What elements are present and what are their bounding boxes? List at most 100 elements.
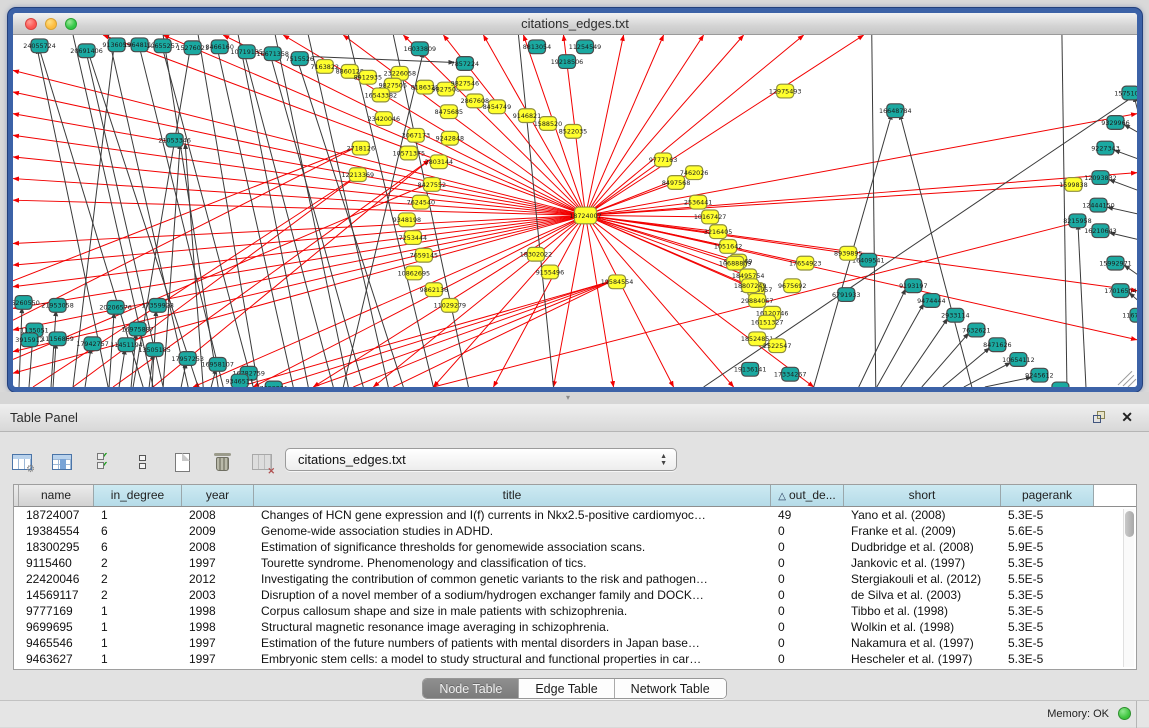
- column-header-name[interactable]: name: [19, 485, 94, 506]
- graph-node[interactable]: 19584554: [601, 275, 634, 289]
- graph-node[interactable]: 23420046: [368, 112, 401, 126]
- table-cell: Nakamura et al. (1997): [844, 635, 1001, 651]
- table-cell: 0: [771, 555, 844, 571]
- graph-node[interactable]: 21953058: [41, 299, 74, 313]
- graph-node[interactable]: 8813054: [523, 40, 551, 54]
- graph-node[interactable]: 9245612: [1025, 368, 1053, 382]
- graph-node[interactable]: 11254549: [569, 40, 602, 54]
- graph-node[interactable]: 8427552: [418, 178, 446, 192]
- graph-node[interactable]: 7253444: [399, 231, 427, 245]
- table-row[interactable]: 969969511998Structural magnetic resonanc…: [14, 619, 1136, 635]
- column-header-short[interactable]: short: [844, 485, 1001, 506]
- table-row[interactable]: 1872400712008Changes of HCN gene express…: [14, 507, 1136, 523]
- graph-node[interactable]: 8215958: [1063, 214, 1091, 228]
- column-header-title[interactable]: title: [254, 485, 771, 506]
- table-row[interactable]: 946554611997Estimation of the future num…: [14, 635, 1136, 651]
- graph-node[interactable]: 18724007: [569, 207, 602, 224]
- svg-text:23226058: 23226058: [384, 71, 417, 78]
- graph-node[interactable]: 3067173: [402, 128, 430, 142]
- table-row[interactable]: 977716911998Corpus callosum shape and si…: [14, 603, 1136, 619]
- delete-column-button[interactable]: [208, 448, 236, 476]
- table-row[interactable]: 946362711997Embryonic stem cells: a mode…: [14, 651, 1136, 667]
- graph-node[interactable]: 6791933: [832, 288, 860, 302]
- table-select-dropdown[interactable]: citations_edges.txt ▲▼: [285, 448, 677, 471]
- tab-node-table[interactable]: Node Table: [423, 679, 519, 698]
- graph-node[interactable]: 10167427: [694, 210, 727, 224]
- network-graph[interactable]: 2405572420691406913605919648113106552571…: [13, 35, 1137, 387]
- graph-node[interactable]: 16958107: [201, 358, 234, 372]
- graph-node[interactable]: 11675334: [1122, 308, 1137, 322]
- column-header-out_de[interactable]: △out_de...: [771, 485, 844, 506]
- table-row[interactable]: 911546021997Tourette syndrome. Phenomeno…: [14, 555, 1136, 571]
- graph-node[interactable]: 19218506: [551, 55, 584, 69]
- graph-node[interactable]: 16210643: [1084, 224, 1117, 238]
- canvas-resize-grip[interactable]: [1118, 371, 1136, 387]
- column-header-in_degree[interactable]: in_degree: [94, 485, 182, 506]
- table-row[interactable]: 1456911722003Disruption of a novel membe…: [14, 587, 1136, 603]
- graph-node[interactable]: 9777163: [649, 153, 677, 167]
- graph-node[interactable]: 12444150: [1082, 198, 1115, 212]
- graph-node[interactable]: 7659145: [410, 248, 438, 262]
- network-graph-canvas[interactable]: 2405572420691406913605919648113106552571…: [13, 35, 1137, 387]
- select-all-columns-button[interactable]: [88, 448, 116, 476]
- graph-node[interactable]: 10862695: [398, 266, 431, 280]
- graph-node[interactable]: 9193197: [899, 279, 927, 293]
- table-row[interactable]: 1938455462009Genome-wide association stu…: [14, 523, 1136, 539]
- graph-node[interactable]: 16033809: [404, 42, 437, 56]
- horizontal-splitter[interactable]: ▾: [0, 392, 1149, 404]
- tab-edge-table[interactable]: Edge Table: [519, 679, 614, 698]
- graph-node[interactable]: 10655257: [146, 39, 179, 53]
- graph-node[interactable]: 29884067: [741, 294, 774, 308]
- scrollbar-thumb[interactable]: [1125, 511, 1134, 537]
- table-cell: 0: [771, 651, 844, 667]
- graph-node[interactable]: 1051642: [714, 240, 742, 254]
- zoom-window-button[interactable]: [65, 18, 77, 30]
- graph-node[interactable]: 19136141: [734, 362, 767, 376]
- float-panel-icon[interactable]: [1093, 411, 1107, 425]
- svg-text:7624540: 7624540: [407, 200, 435, 207]
- graph-node[interactable]: 2933114: [941, 308, 969, 322]
- close-panel-icon[interactable]: ✕: [1121, 409, 1133, 426]
- tab-network-table[interactable]: Network Table: [615, 679, 726, 698]
- graph-node[interactable]: 17334267: [774, 367, 807, 381]
- vertical-scrollbar[interactable]: [1123, 509, 1134, 667]
- column-header-year[interactable]: year: [182, 485, 254, 506]
- graph-node[interactable]: 12975493: [769, 84, 802, 98]
- table-row[interactable]: 2242004622012Investigating the contribut…: [14, 571, 1136, 587]
- graph-node[interactable]: 25260550: [13, 296, 40, 310]
- graph-node[interactable]: 10571375: [393, 146, 426, 160]
- splitter-grip-icon[interactable]: ▾: [562, 395, 574, 401]
- graph-node[interactable]: 17957253: [171, 352, 204, 366]
- window-titlebar[interactable]: citations_edges.txt: [13, 13, 1137, 35]
- graph-node[interactable]: 2718126: [347, 141, 375, 155]
- show-column-button[interactable]: [48, 448, 76, 476]
- svg-text:16975887: 16975887: [121, 326, 154, 333]
- graph-node[interactable]: 9329966: [1101, 116, 1129, 130]
- graph-node[interactable]: 7632621: [962, 323, 990, 337]
- graph-node[interactable]: 9862136: [420, 283, 448, 297]
- table-cell: Dudbridge et al. (2008): [844, 539, 1001, 555]
- close-window-button[interactable]: [25, 18, 37, 30]
- table-cell: 0: [771, 603, 844, 619]
- graph-node[interactable]: 7857224: [451, 57, 479, 71]
- graph-node[interactable]: 12093832: [1084, 171, 1117, 185]
- column-header-pagerank[interactable]: pagerank: [1001, 485, 1094, 506]
- graph-node[interactable]: 16648784: [879, 104, 912, 118]
- graph-node[interactable]: 9675692: [778, 279, 806, 293]
- graph-node[interactable]: 15992971: [1099, 256, 1132, 270]
- graph-node[interactable]: 12213369: [342, 168, 375, 182]
- graph-node[interactable]: 8475685: [435, 105, 463, 119]
- graph-node[interactable]: 24055724: [23, 39, 56, 53]
- svg-text:21953058: 21953058: [41, 303, 74, 310]
- new-column-button[interactable]: [168, 448, 196, 476]
- graph-node[interactable]: 2536441: [684, 195, 712, 209]
- graph-node[interactable]: 9861033: [1046, 382, 1074, 387]
- graph-node[interactable]: 8522035: [559, 124, 587, 138]
- table-row[interactable]: 1830029562008Estimation of significance …: [14, 539, 1136, 555]
- graph-node[interactable]: 9227343: [1091, 141, 1119, 155]
- table-settings-button[interactable]: ⚙: [8, 448, 36, 476]
- graph-node[interactable]: 11029279: [434, 299, 467, 313]
- graph-node[interactable]: 15751074: [1114, 86, 1137, 100]
- minimize-window-button[interactable]: [45, 18, 57, 30]
- row-height-button[interactable]: [128, 448, 156, 476]
